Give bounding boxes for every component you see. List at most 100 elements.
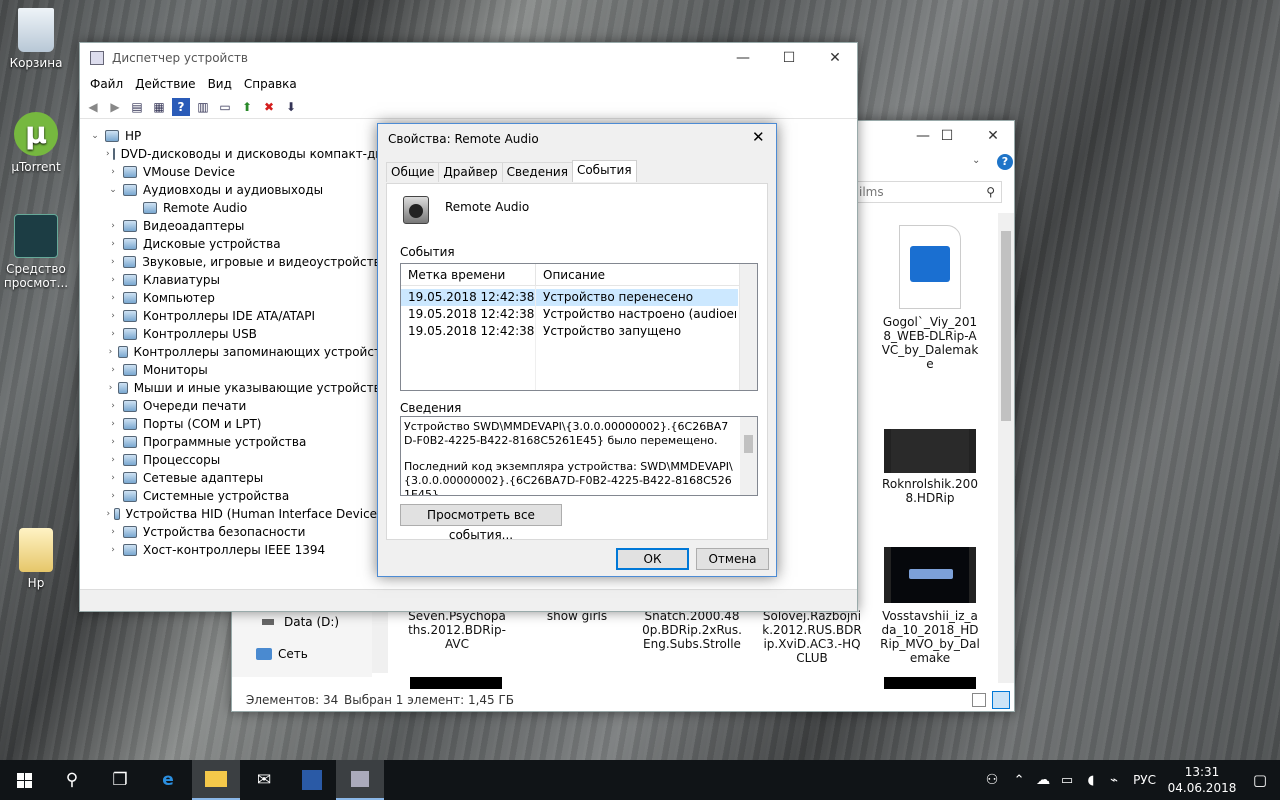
tree-item[interactable]: › Системные устройства xyxy=(88,487,388,505)
volume-icon[interactable]: ◖ xyxy=(1079,760,1103,800)
file-icon-video[interactable] xyxy=(899,225,961,309)
desktop-icon-recycle-bin[interactable]: Корзина xyxy=(0,8,72,70)
tree-item[interactable]: › Контроллеры USB xyxy=(88,325,388,343)
table-row[interactable]: 19.05.2018 12:42:38 Устройство перенесено xyxy=(401,289,738,306)
mail-icon[interactable]: ✉ xyxy=(240,760,288,800)
monitor-icon[interactable]: ▭ xyxy=(216,98,234,116)
clock[interactable]: 13:31 04.06.2018 xyxy=(1164,764,1240,796)
chevron-right-icon[interactable]: › xyxy=(106,545,120,555)
file-name[interactable]: Seven.Psychopaths.2012.BDRip-AVC xyxy=(407,609,507,651)
menu-file[interactable]: Файл xyxy=(84,77,129,91)
chevron-up-icon[interactable]: ⌃ xyxy=(1007,760,1031,800)
notifications-icon[interactable]: ▢ xyxy=(1240,760,1280,800)
chevron-right-icon[interactable]: › xyxy=(106,509,111,519)
back-icon[interactable]: ◀ xyxy=(84,98,102,116)
chevron-right-icon[interactable]: › xyxy=(106,311,120,321)
details-scrollbar[interactable] xyxy=(740,417,757,495)
chevron-right-icon[interactable]: › xyxy=(106,149,110,159)
dialog-close-button[interactable]: ✕ xyxy=(752,128,765,146)
tab-events[interactable]: События xyxy=(571,160,637,182)
file-thumbnail[interactable] xyxy=(884,547,976,603)
task-view-icon[interactable]: ❐ xyxy=(96,760,144,800)
desktop-icon-utorrent[interactable]: µ µTorrent xyxy=(0,112,72,174)
list-scrollbar[interactable] xyxy=(739,264,757,390)
help-icon[interactable]: ? xyxy=(997,154,1013,170)
tree-item[interactable]: › Программные устройства xyxy=(88,433,388,451)
desktop-icon-viewer[interactable]: Средство просмот... xyxy=(0,214,72,290)
file-name[interactable]: Snatch.2000.480p.BDRip.2xRus.Eng.Subs.St… xyxy=(642,609,742,651)
add-driver-icon[interactable]: ⬆ xyxy=(238,98,256,116)
view-all-events-button[interactable]: Просмотреть все события... xyxy=(400,504,562,542)
desktop-icon-hp-folder[interactable]: Hp xyxy=(0,528,72,590)
tree-item[interactable]: › Контроллеры запоминающих устройств xyxy=(88,343,388,361)
tree-item[interactable]: › VMouse Device xyxy=(88,163,388,181)
ok-button[interactable]: ОК xyxy=(616,548,689,570)
menu-help[interactable]: Справка xyxy=(238,77,303,91)
table-row[interactable]: 19.05.2018 12:42:38 Устройство настроено … xyxy=(401,306,738,323)
file-name[interactable]: Solovej.Razbojnik.2012.RUS.BDRip.XviD.AC… xyxy=(762,609,862,665)
column-description[interactable]: Описание xyxy=(536,264,740,285)
tree-item-remote-audio[interactable]: Remote Audio xyxy=(88,199,388,217)
edge-icon[interactable]: e xyxy=(144,760,192,800)
tree-item[interactable]: › Звуковые, игровые и видеоустройства xyxy=(88,253,388,271)
tree-item[interactable]: › Порты (COM и LPT) xyxy=(88,415,388,433)
chevron-down-icon[interactable]: ⌄ xyxy=(972,155,980,166)
tree-item[interactable]: › Компьютер xyxy=(88,289,388,307)
uninstall-icon[interactable]: ✖ xyxy=(260,98,278,116)
tree-item[interactable]: › Дисковые устройства xyxy=(88,235,388,253)
tree-item[interactable]: › Хост-контроллеры IEEE 1394 xyxy=(88,541,388,559)
language-indicator[interactable]: РУС xyxy=(1125,773,1164,787)
chevron-right-icon[interactable]: › xyxy=(106,347,115,357)
tree-item[interactable]: › Контроллеры IDE ATA/ATAPI xyxy=(88,307,388,325)
tree-root-hp[interactable]: ⌄ HP xyxy=(88,127,388,145)
nav-scrollbar[interactable] xyxy=(372,607,388,673)
chevron-right-icon[interactable]: › xyxy=(106,491,120,501)
column-timestamp[interactable]: Метка времени xyxy=(401,264,536,285)
tab-driver[interactable]: Драйвер xyxy=(438,162,503,182)
update-driver-icon[interactable]: ▦ xyxy=(150,98,168,116)
people-icon[interactable]: ⚇ xyxy=(977,760,1007,800)
tree-item[interactable]: › Процессоры xyxy=(88,451,388,469)
tree-item[interactable]: ⌄ Аудиовходы и аудиовыходы xyxy=(88,181,388,199)
view-icon[interactable]: ▥ xyxy=(194,98,212,116)
close-button[interactable]: ✕ xyxy=(812,43,858,73)
nav-item-network[interactable]: Сеть xyxy=(256,647,308,661)
tree-item[interactable]: › Мониторы xyxy=(88,361,388,379)
menu-view[interactable]: Вид xyxy=(202,77,238,91)
network-icon[interactable]: ▭ xyxy=(1055,760,1079,800)
chevron-right-icon[interactable]: › xyxy=(106,167,120,177)
chevron-down-icon[interactable]: ⌄ xyxy=(88,131,102,141)
minimize-button[interactable]: — xyxy=(720,43,766,73)
chevron-right-icon[interactable]: › xyxy=(106,437,120,447)
forward-icon[interactable]: ▶ xyxy=(106,98,124,116)
chevron-right-icon[interactable]: › xyxy=(106,275,120,285)
file-thumbnail[interactable] xyxy=(884,677,976,689)
chevron-right-icon[interactable]: › xyxy=(106,419,120,429)
tree-item[interactable]: › Устройства HID (Human Interface Devices… xyxy=(88,505,388,523)
search-icon[interactable]: ⚲ xyxy=(48,760,96,800)
bluetooth-icon[interactable]: ⌁ xyxy=(1103,760,1125,800)
menu-action[interactable]: Действие xyxy=(129,77,201,91)
properties-icon[interactable]: ▤ xyxy=(128,98,146,116)
chevron-right-icon[interactable]: › xyxy=(106,329,120,339)
tree-item[interactable]: › DVD-дисководы и дисководы компакт-диско… xyxy=(88,145,411,163)
nav-item-data-drive[interactable]: Data (D:) xyxy=(262,615,339,629)
chevron-right-icon[interactable]: › xyxy=(106,257,120,267)
chevron-right-icon[interactable]: › xyxy=(106,365,120,375)
content-scrollbar[interactable] xyxy=(998,213,1014,683)
tree-item[interactable]: › Видеоадаптеры xyxy=(88,217,388,235)
file-thumbnail[interactable] xyxy=(410,677,502,689)
tree-item[interactable]: › Клавиатуры xyxy=(88,271,388,289)
start-button[interactable] xyxy=(0,760,48,800)
maximize-button[interactable]: ☐ xyxy=(766,43,812,73)
chevron-right-icon[interactable]: › xyxy=(106,401,120,411)
tree-item[interactable]: › Устройства безопасности xyxy=(88,523,388,541)
tab-details[interactable]: Сведения xyxy=(501,162,573,182)
file-name[interactable]: Roknrolshik.2008.HDRip xyxy=(880,477,980,505)
chevron-right-icon[interactable]: › xyxy=(106,527,120,537)
tree-item[interactable]: › Очереди печати xyxy=(88,397,388,415)
help-icon[interactable]: ? xyxy=(172,97,190,116)
tree-item[interactable]: › Мыши и иные указывающие устройства xyxy=(88,379,388,397)
file-thumbnail[interactable] xyxy=(884,429,976,473)
chevron-right-icon[interactable]: › xyxy=(106,239,120,249)
